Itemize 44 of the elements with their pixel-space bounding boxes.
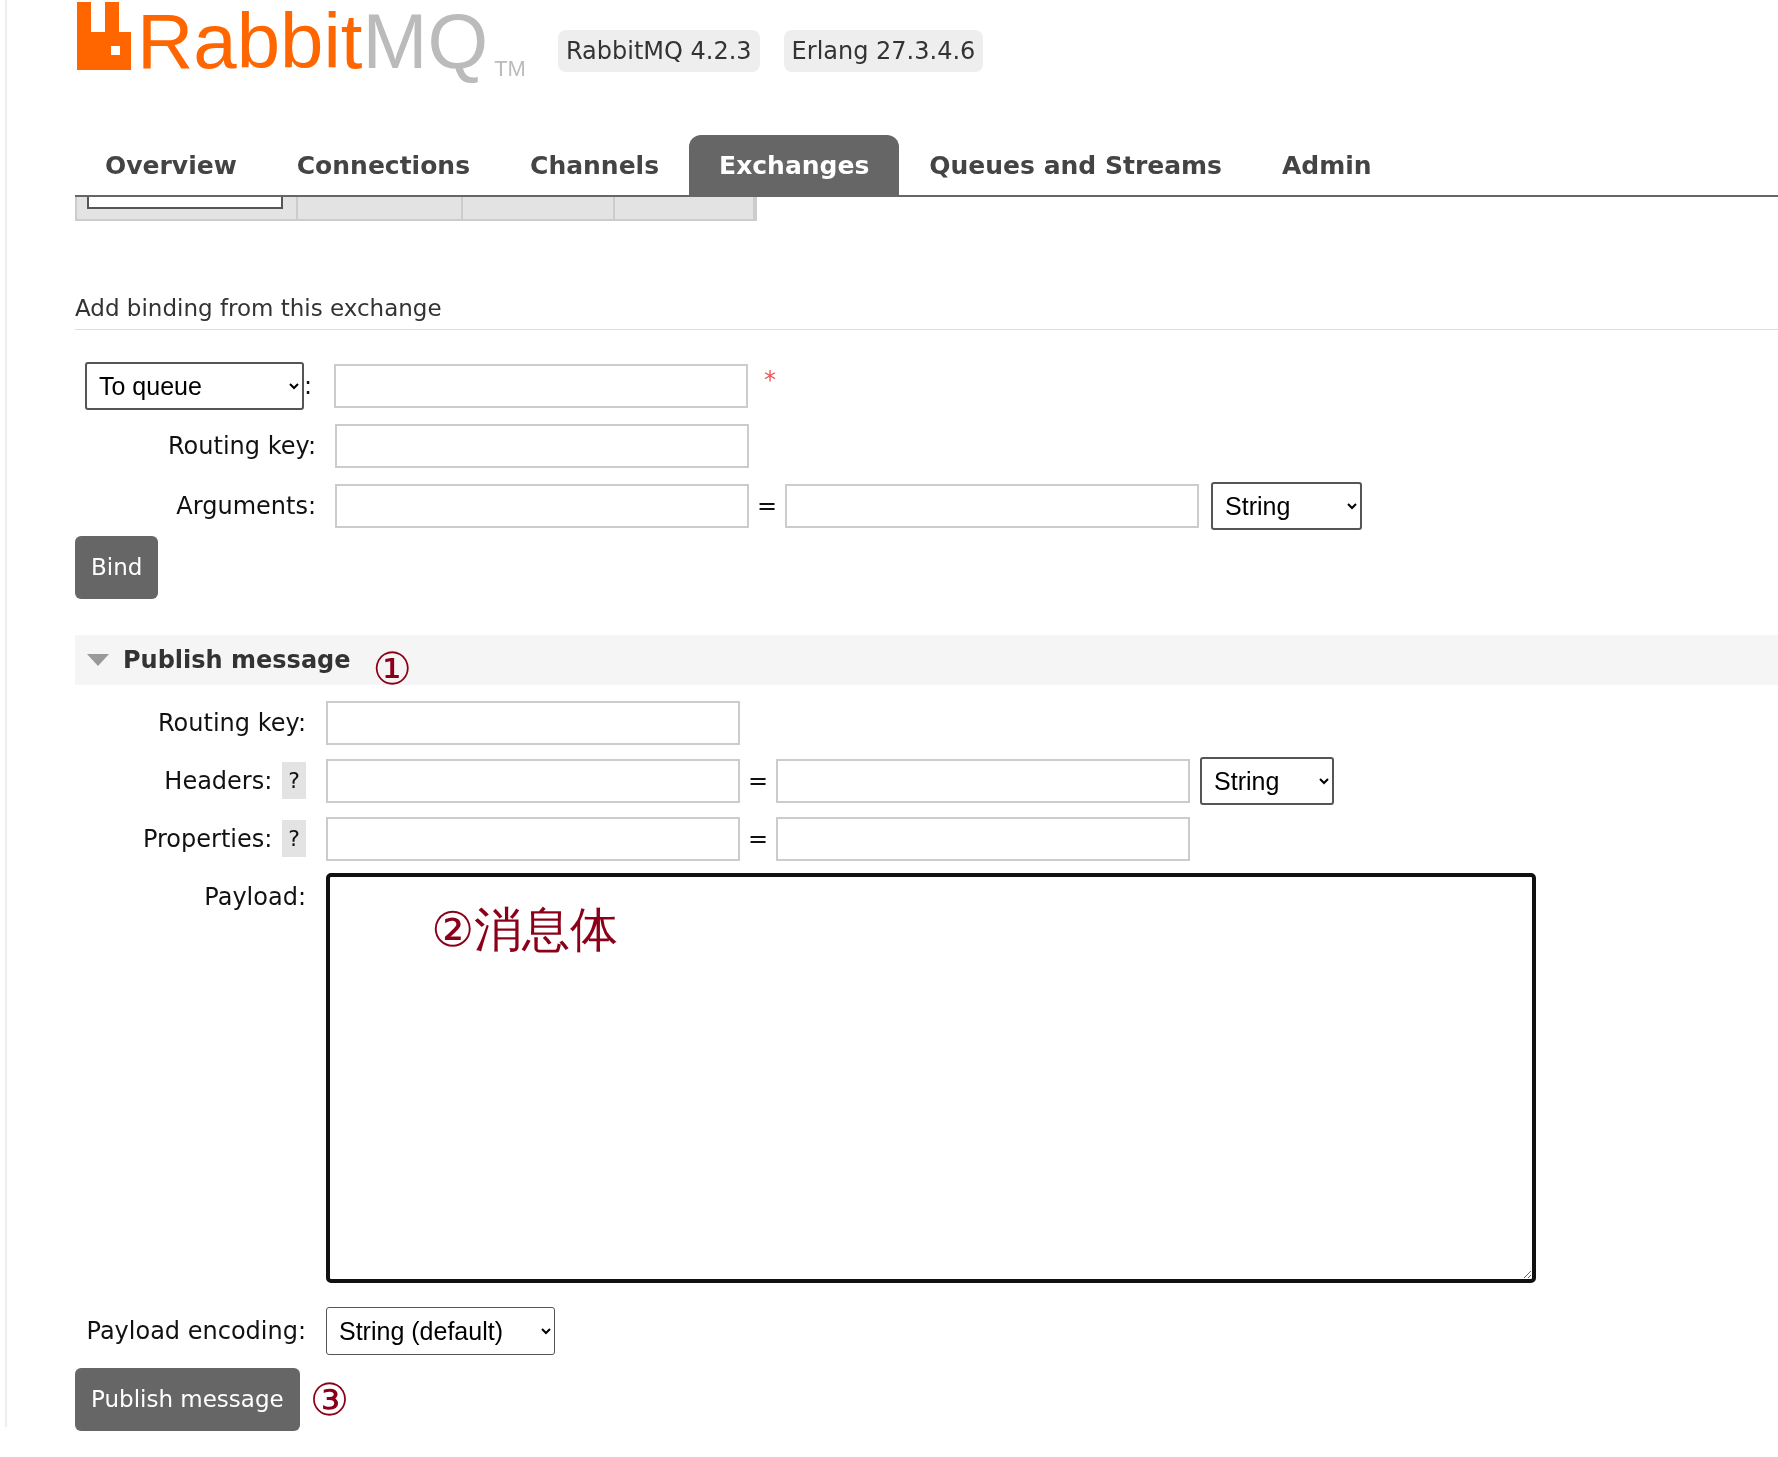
input-field[interactable]	[326, 758, 740, 803]
nav-tab[interactable]: Overview	[75, 135, 267, 195]
publish-button[interactable]: Publish message	[75, 1368, 300, 1431]
equals-sign: =	[748, 765, 769, 797]
field-label: Routing key:	[158, 707, 306, 739]
version-badge: Erlang 27.3.4.6	[783, 30, 984, 72]
field-label: Payload encoding:	[86, 1315, 306, 1347]
nav-tab[interactable]: Exchanges	[689, 135, 900, 195]
input-field[interactable]	[776, 758, 1191, 803]
encoding-select[interactable]: String (default)	[326, 1306, 555, 1355]
equals-sign: =	[748, 823, 769, 855]
nav-tab[interactable]: Admin	[1251, 135, 1402, 195]
input-field[interactable]	[326, 816, 740, 861]
field-label: Headers:	[164, 765, 273, 797]
equals-sign: =	[757, 491, 778, 522]
input-field[interactable]	[785, 484, 1200, 528]
input-field[interactable]	[335, 484, 749, 528]
field-label: Payload:	[204, 881, 306, 913]
colon-label: :	[304, 371, 313, 402]
section-title: Add binding from this exchange	[75, 290, 1778, 330]
field-label: Properties:	[142, 823, 273, 855]
input-field[interactable]	[326, 700, 740, 745]
version-badge: RabbitMQ 4.2.3	[557, 30, 760, 72]
required-mark: *	[764, 365, 777, 396]
nav-tab[interactable]: Queues and Streams	[899, 135, 1252, 195]
nav-tab[interactable]: Channels	[500, 135, 690, 195]
field-label: Routing key:	[167, 431, 316, 462]
nav-tab[interactable]: Connections	[266, 135, 501, 195]
input-field[interactable]	[334, 364, 749, 408]
type-select[interactable]: String	[1211, 482, 1363, 530]
bind-button[interactable]: Bind	[75, 536, 159, 599]
payload-textarea[interactable]	[326, 872, 1536, 1283]
field-label: Arguments:	[175, 491, 316, 522]
type-select[interactable]: String	[1200, 756, 1335, 805]
help-button[interactable]: ?	[282, 762, 306, 799]
destination-select[interactable]: To queue	[85, 362, 304, 410]
help-button[interactable]: ?	[282, 820, 306, 857]
annotation-mark: ①	[372, 641, 412, 696]
collapse-arrow-icon[interactable]	[87, 653, 109, 666]
input-field[interactable]	[776, 816, 1191, 861]
annotation-mark: ③	[309, 1372, 350, 1427]
section-title[interactable]: Publish message	[123, 641, 351, 678]
input-field[interactable]	[335, 424, 749, 468]
annotation-text: ②消息体	[431, 899, 619, 959]
